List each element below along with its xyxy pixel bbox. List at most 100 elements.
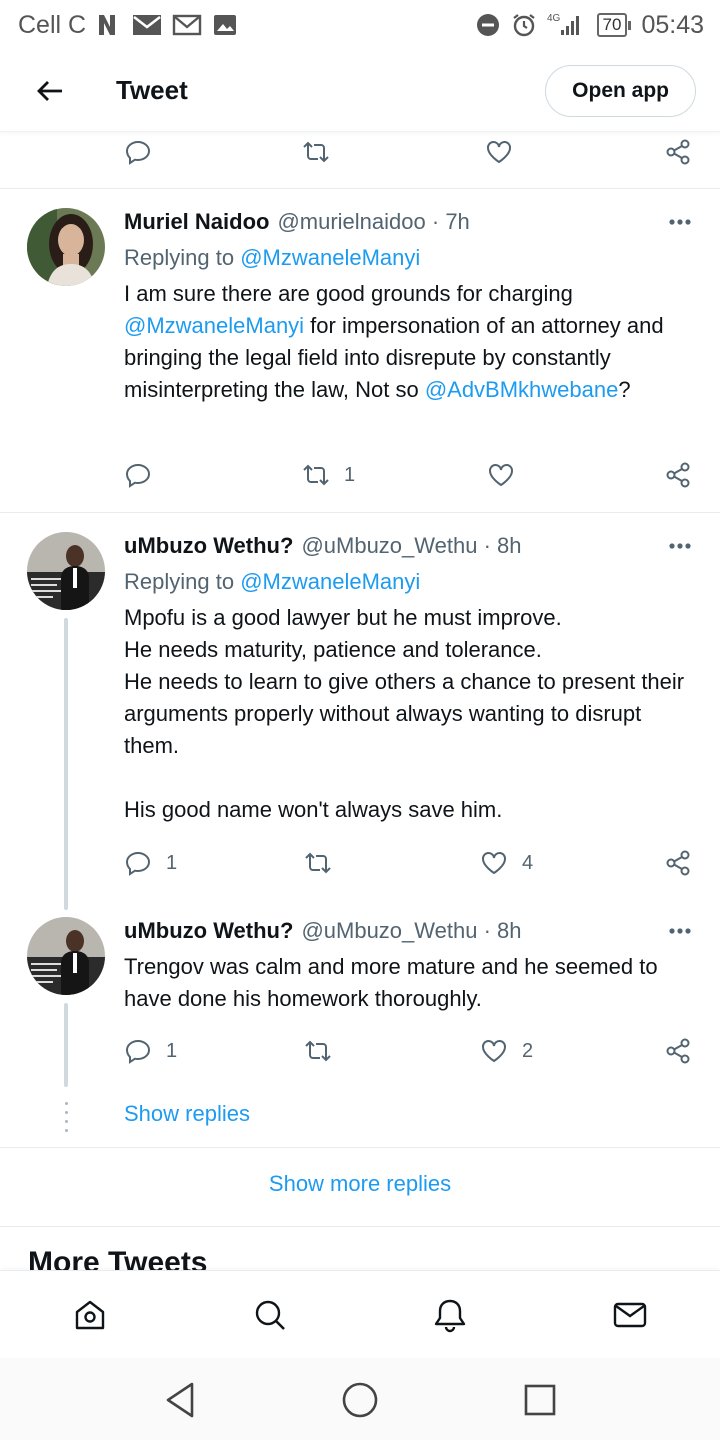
tab-messages[interactable] [610, 1295, 650, 1335]
mention-link[interactable]: @MzwaneleManyi [240, 569, 420, 594]
like-button[interactable]: 2 [480, 1031, 533, 1071]
show-replies-link[interactable]: Show replies [124, 1101, 250, 1127]
reply-button[interactable]: 1 [124, 1031, 177, 1071]
mention-link[interactable]: @MzwaneleManyi [240, 245, 420, 270]
back-button[interactable] [30, 71, 70, 111]
tab-home[interactable] [70, 1295, 110, 1335]
avatar[interactable] [27, 208, 105, 286]
share-button[interactable] [664, 843, 692, 883]
author-name[interactable]: Muriel Naidoo [124, 209, 269, 235]
nav-home-button[interactable] [338, 1378, 382, 1422]
retweet-icon [303, 464, 329, 486]
reply-count: 1 [166, 851, 178, 874]
share-icon [666, 1038, 690, 1064]
tab-notifications[interactable] [430, 1295, 470, 1335]
retweet-button[interactable]: 1 [302, 455, 355, 495]
thread-line [64, 1003, 68, 1087]
speech-bubble-icon [125, 1039, 151, 1064]
replying-to: Replying to @MzwaneleManyi [124, 569, 421, 594]
speech-bubble-icon [125, 140, 151, 165]
gallery-notification-icon [212, 13, 238, 37]
share-button[interactable] [664, 455, 692, 495]
tweet-actions: 1 [124, 455, 694, 495]
more-options-button[interactable] [668, 530, 692, 562]
author-handle[interactable]: @murielnaidoo [277, 209, 425, 235]
more-options-button[interactable] [668, 915, 692, 947]
tweet-header: uMbuzo Wethu? @uMbuzo_Wethu · 8h [124, 530, 692, 562]
mention-link[interactable]: @AdvBMkhwebane [425, 377, 619, 402]
divider [0, 188, 720, 189]
battery-indicator: 70 [596, 13, 632, 37]
divider [0, 1226, 720, 1227]
reply-button[interactable] [124, 455, 166, 495]
bell-icon [434, 1299, 466, 1333]
svg-text:4G: 4G [547, 13, 561, 24]
speech-bubble-icon [125, 851, 151, 876]
author-name[interactable]: uMbuzo Wethu? [124, 533, 293, 559]
heart-icon [489, 464, 513, 487]
tweet-text: Mpofu is a good lawyer but he must impro… [124, 605, 685, 822]
app-header: Tweet Open app [0, 50, 720, 132]
more-dots-icon [669, 543, 691, 549]
nav-recents-button[interactable] [518, 1378, 562, 1422]
replying-to: Replying to @MzwaneleManyi [124, 245, 421, 270]
home-icon [75, 1300, 105, 1330]
tweet-time[interactable]: · 8h [484, 918, 522, 944]
status-bar: Cell C 4G 70 05:43 [0, 0, 720, 50]
divider [0, 1147, 720, 1148]
share-button[interactable] [664, 1031, 692, 1071]
gmail-notification-icon [172, 13, 202, 37]
heart-icon [482, 852, 506, 875]
netflix-notification-icon [96, 13, 122, 37]
reply-count: 1 [166, 1039, 178, 1062]
avatar[interactable] [27, 532, 105, 610]
share-icon [666, 850, 690, 876]
like-count: 4 [522, 851, 534, 874]
like-button[interactable]: 4 [480, 843, 533, 883]
like-button[interactable] [487, 455, 529, 495]
tweet-header: uMbuzo Wethu? @uMbuzo_Wethu · 8h [124, 915, 692, 947]
retweet-button[interactable] [304, 843, 346, 883]
tweet-header: Muriel Naidoo @murielnaidoo · 7h [124, 206, 692, 238]
retweet-button[interactable] [302, 132, 330, 172]
mention-link[interactable]: @MzwaneleManyi [124, 313, 304, 338]
tweet-actions: 1 4 [124, 843, 694, 883]
page-title: Tweet [116, 75, 188, 105]
tweet-time[interactable]: · 7h [432, 209, 470, 235]
reply-button[interactable]: 1 [124, 843, 177, 883]
search-icon [255, 1300, 285, 1330]
author-handle[interactable]: @uMbuzo_Wethu [301, 533, 477, 559]
author-name[interactable]: uMbuzo Wethu? [124, 918, 293, 944]
like-button[interactable] [485, 132, 513, 172]
tweet-text: Trengov was calm and more mature and he … [124, 954, 658, 1011]
system-navigation-bar [0, 1358, 720, 1440]
like-count: 2 [522, 1039, 534, 1062]
bottom-tab-bar [0, 1270, 720, 1358]
share-icon [666, 139, 690, 165]
author-handle[interactable]: @uMbuzo_Wethu [301, 918, 477, 944]
retweet-icon [305, 1040, 331, 1062]
tab-search[interactable] [250, 1295, 290, 1335]
envelope-icon [613, 1302, 647, 1328]
more-options-button[interactable] [668, 206, 692, 238]
share-icon [666, 462, 690, 488]
alarm-icon [511, 12, 537, 38]
retweet-button[interactable] [304, 1031, 346, 1071]
mail-notification-icon [132, 13, 162, 37]
open-app-button[interactable]: Open app [545, 64, 696, 117]
heart-icon [487, 141, 511, 164]
tweet-actions-top [124, 132, 694, 172]
retweet-icon [303, 141, 329, 163]
divider [0, 512, 720, 513]
clock: 05:43 [641, 10, 704, 39]
avatar[interactable] [27, 917, 105, 995]
tweet-time[interactable]: · 8h [484, 533, 522, 559]
retweet-count: 1 [344, 463, 356, 486]
reply-button[interactable] [124, 132, 152, 172]
nav-back-button[interactable] [158, 1378, 202, 1422]
share-button[interactable] [664, 132, 692, 172]
carrier-label: Cell C [18, 10, 87, 39]
triangle-back-icon [166, 1382, 194, 1418]
show-more-replies-link[interactable]: Show more replies [0, 1171, 720, 1197]
battery-level: 70 [596, 13, 628, 37]
